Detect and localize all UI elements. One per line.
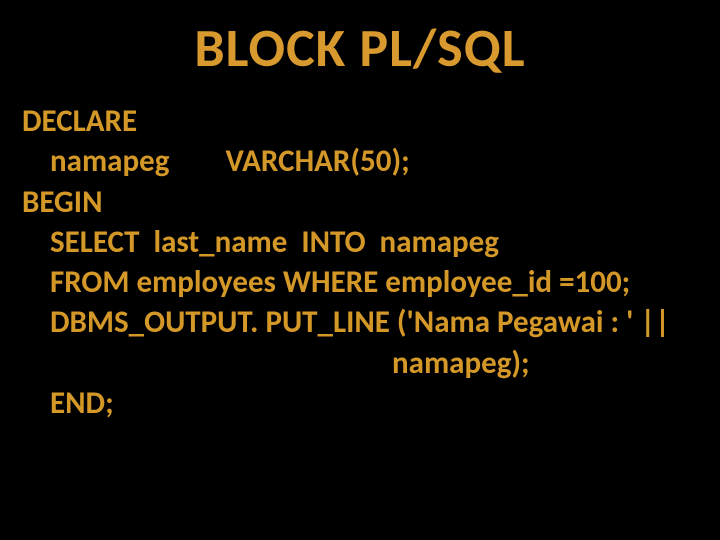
- code-line-from-where: FROM employees WHERE employee_id =100;: [22, 262, 700, 302]
- code-line-concat-var: namapeg);: [22, 343, 700, 383]
- code-line-slash: /: [0, 423, 720, 470]
- slide-title: BLOCK PL/SQL: [0, 0, 720, 101]
- code-line-select: SELECT last_name INTO namapeg: [22, 222, 700, 262]
- code-line-end: END;: [22, 383, 700, 423]
- code-line-dbms-output: DBMS_OUTPUT. PUT_LINE ('Nama Pegawai : '…: [22, 302, 700, 342]
- plsql-code-block: DECLARE namapeg VARCHAR(50); BEGIN SELEC…: [0, 101, 720, 423]
- code-line-declare: DECLARE: [22, 101, 700, 141]
- code-line-begin: BEGIN: [22, 182, 700, 222]
- code-line-var-declaration: namapeg VARCHAR(50);: [22, 141, 700, 181]
